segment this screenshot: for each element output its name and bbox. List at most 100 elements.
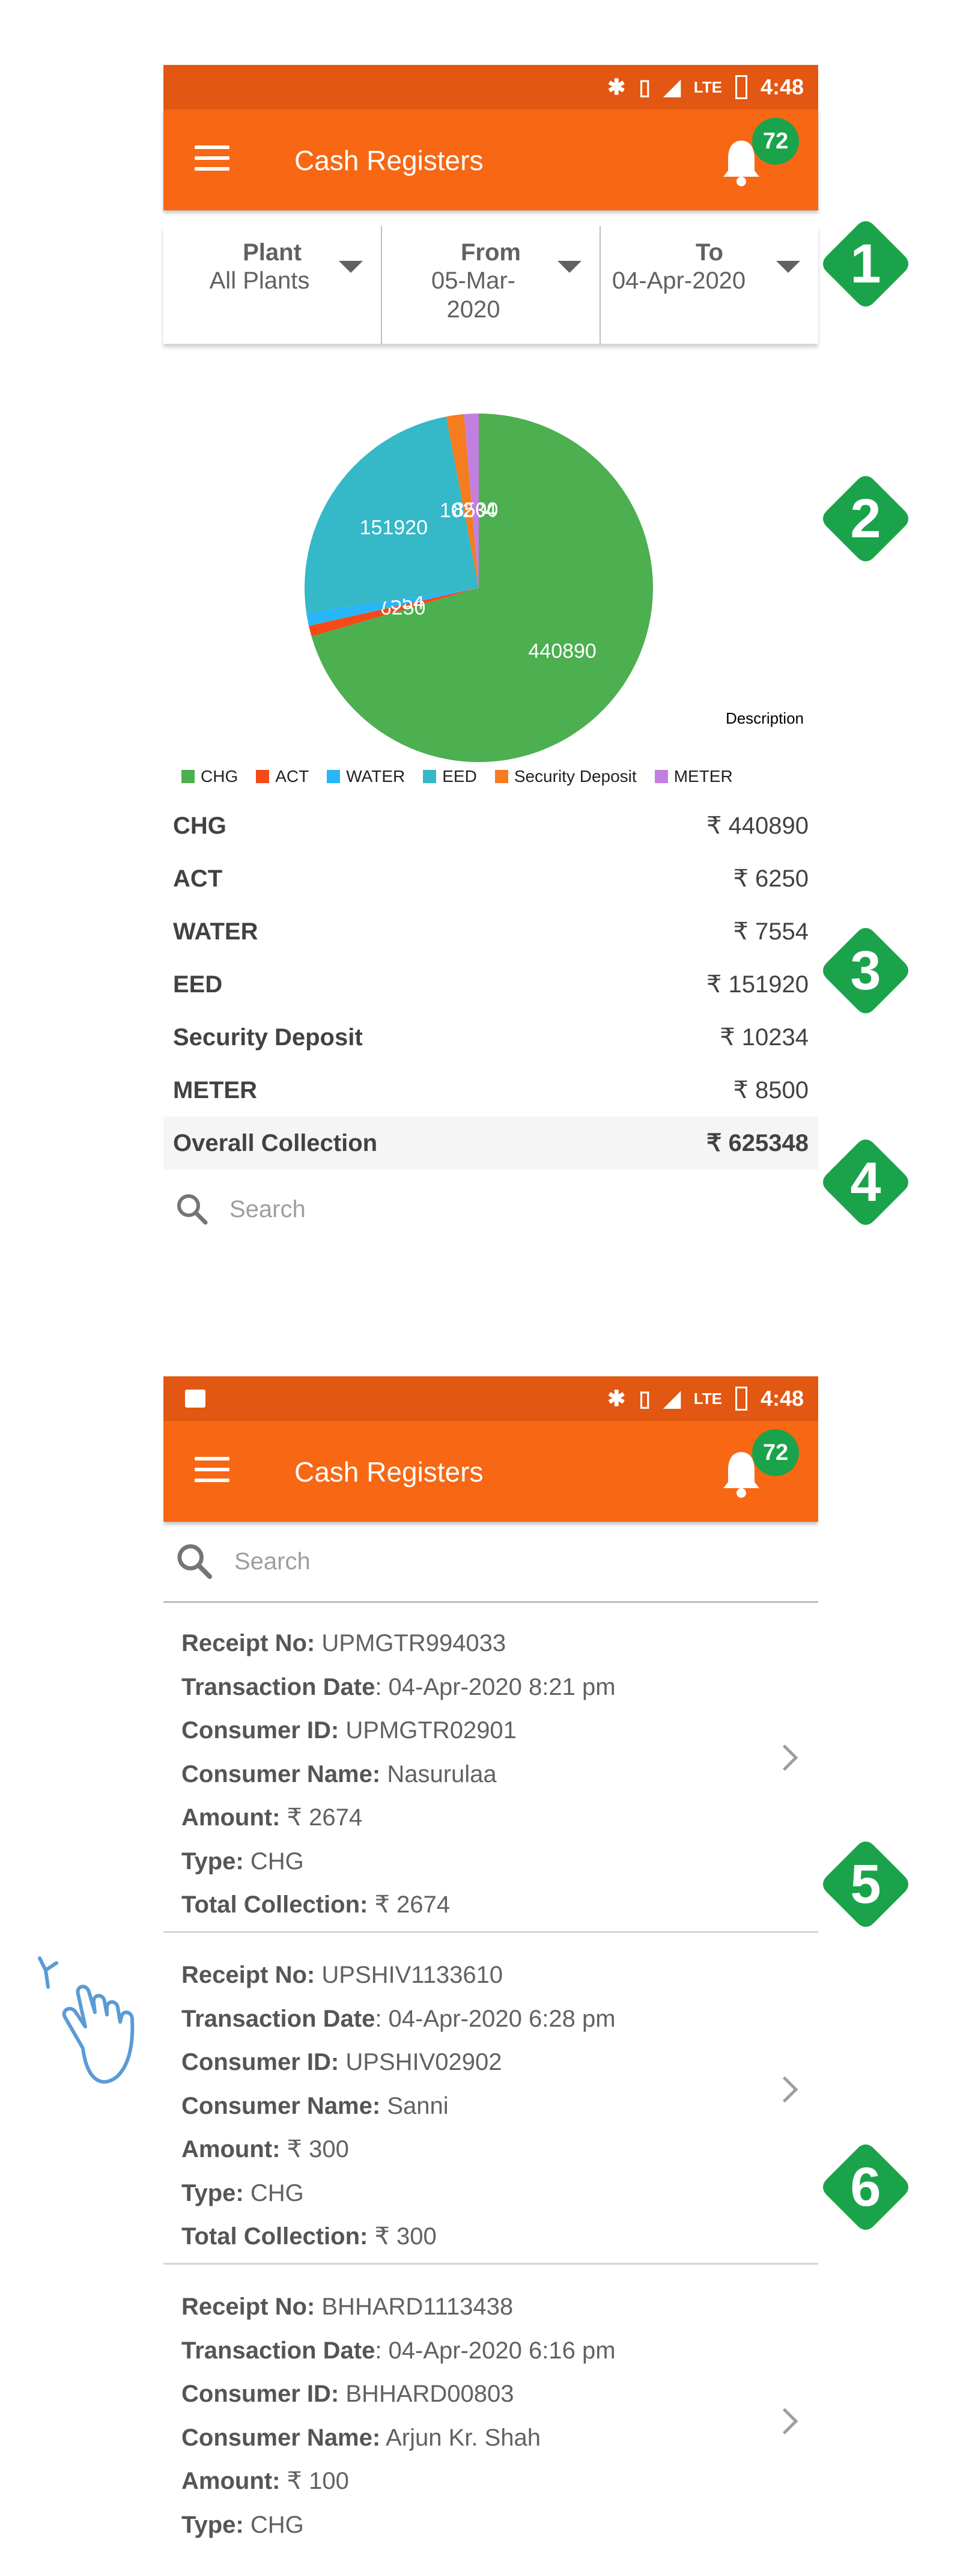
receipt-consumer-name-line: Consumer Name: Nasurulaa: [181, 1753, 818, 1796]
summary-row-amount: ₹ 6250: [733, 865, 809, 892]
step-marker: 1: [821, 219, 911, 309]
filter-to-date[interactable]: To 04-Apr-2020: [600, 226, 818, 344]
search-bar[interactable]: Search: [163, 1170, 818, 1249]
status-bar: ✱ ▯ ◢ LTE 4:48: [163, 1376, 818, 1421]
search-icon: [177, 1194, 208, 1225]
total-amount: ₹ 625348: [706, 1130, 809, 1156]
search-input[interactable]: Search: [234, 1548, 311, 1575]
summary-row: CHG ₹ 440890: [163, 799, 818, 852]
summary-row: EED ₹ 151920: [163, 958, 818, 1011]
receipt-field-label: Amount:: [181, 2468, 281, 2494]
summary-row: METER ₹ 8500: [163, 1064, 818, 1117]
filter-from-date[interactable]: From 05-Mar-2020: [381, 226, 600, 344]
legend-swatch: [256, 770, 270, 783]
network-type: LTE: [693, 1389, 722, 1408]
receipt-field-label: Receipt No:: [181, 2294, 315, 2320]
signal-icon: ◢: [664, 1386, 681, 1411]
dropdown-caret-icon: [557, 261, 582, 273]
step-marker-number: 6: [850, 2156, 881, 2218]
step-marker: 5: [821, 1839, 911, 1929]
step-marker-number: 1: [850, 233, 881, 295]
app-bar: Cash Registers 72: [163, 1421, 818, 1522]
receipt-card[interactable]: Receipt No: BHHARD1113438 Transaction Dat…: [163, 2265, 818, 2548]
summary-row: ACT ₹ 6250: [163, 852, 818, 905]
receipt-receipt-no-line: Receipt No: BHHARD1113438: [181, 2285, 818, 2329]
receipt-field-label: Consumer ID:: [181, 2381, 339, 2407]
search-icon: [177, 1544, 213, 1579]
receipt-field-value: ₹ 2674: [287, 1804, 363, 1831]
receipt-consumer-id-line: Consumer ID: UPSHIV02902: [181, 2040, 818, 2084]
receipt-field-value: CHG: [250, 1848, 304, 1875]
summary-row-amount: ₹ 151920: [706, 971, 809, 998]
receipt-field-label: Type:: [181, 2179, 244, 2206]
receipt-field-label: Receipt No:: [181, 1962, 315, 1988]
search-bar[interactable]: Search: [163, 1522, 818, 1603]
pie-data-label: 8500: [453, 499, 499, 522]
receipt-total-line: Total Collection: ₹ 2674: [181, 1883, 818, 1927]
legend-swatch: [654, 770, 668, 783]
legend-item: ACT: [256, 767, 309, 786]
status-time: 4:48: [760, 1386, 804, 1411]
receipt-field-value: ₹ 2674: [374, 1891, 451, 1918]
receipt-field-label: Total Collection:: [181, 1891, 368, 1918]
signal-icon: ◢: [664, 75, 681, 99]
receipt-field-label: Transaction Date: [181, 2337, 375, 2364]
receipt-list: Receipt No: UPMGTR994033 Transaction Date…: [163, 1601, 818, 2548]
receipt-field-value: BHHARD1113438: [321, 2294, 514, 2320]
filter-plant[interactable]: Plant All Plants: [163, 226, 381, 344]
receipt-field-label: Type:: [181, 1848, 244, 1875]
summary-row-label: METER: [173, 1076, 257, 1103]
summary-row: WATER ₹ 7554: [163, 905, 818, 958]
receipt-field-label: Type:: [181, 2511, 244, 2538]
receipt-field-label: Receipt No:: [181, 1630, 315, 1656]
vibrate-icon: ▯: [639, 75, 651, 99]
menu-icon[interactable]: [195, 145, 229, 174]
receipt-field-value: BHHARD00803: [345, 2381, 514, 2407]
menu-icon[interactable]: [195, 1457, 229, 1486]
dropdown-caret-icon: [776, 261, 800, 273]
receipt-total-line: Total Collection:: [181, 2547, 818, 2548]
legend-swatch: [181, 770, 195, 783]
legend-label: EED: [442, 767, 477, 786]
receipt-field-label: Consumer ID:: [181, 2049, 339, 2075]
receipt-type-line: Type: CHG: [181, 1840, 818, 1884]
summary-row-label: WATER: [173, 918, 258, 945]
search-input[interactable]: Search: [229, 1196, 306, 1223]
battery-icon: [735, 75, 747, 99]
filter-value: 05-Mar-2020: [431, 267, 516, 323]
receipt-consumer-name-line: Consumer Name: Arjun Kr. Shah: [181, 2416, 818, 2460]
summary-row-amount: ₹ 7554: [733, 918, 809, 945]
receipt-receipt-no-line: Receipt No: UPSHIV1133610: [181, 1953, 818, 1997]
status-time: 4:48: [760, 75, 804, 99]
legend-label: ACT: [275, 767, 309, 786]
receipt-field-value: Sanni: [387, 2092, 449, 2119]
receipt-field-value: UPMGTR02901: [345, 1717, 517, 1744]
summary-row-amount: ₹ 8500: [733, 1077, 809, 1103]
filter-value: All Plants: [209, 267, 310, 294]
step-marker-number: 5: [850, 1853, 881, 1915]
image-icon: [185, 1390, 205, 1408]
legend-item: CHG: [181, 767, 238, 786]
vibrate-icon: ▯: [639, 1386, 651, 1411]
legend-label: METER: [673, 767, 733, 786]
page-title: Cash Registers: [294, 145, 484, 176]
receipt-card[interactable]: Receipt No: UPMGTR994033 Transaction Date…: [163, 1601, 818, 1933]
legend-label: WATER: [346, 767, 405, 786]
summary-row: Security Deposit ₹ 10234: [163, 1011, 818, 1064]
page-title: Cash Registers: [294, 1456, 484, 1488]
legend-label: Security Deposit: [514, 767, 637, 786]
screen-summary: ✱ ▯ ◢ LTE 4:48 Cash Registers 72 Plant A…: [163, 65, 818, 1225]
chart-legend: CHG ACT WATER EED Security Deposit METER: [181, 767, 733, 786]
receipt-card[interactable]: Receipt No: UPSHIV1133610 Transaction Dat…: [163, 1933, 818, 2265]
summary-row-label: Security Deposit: [173, 1024, 363, 1051]
total-label: Overall Collection: [173, 1129, 378, 1156]
legend-item: WATER: [327, 767, 405, 786]
receipt-field-value: CHG: [250, 2179, 304, 2206]
receipt-field-label: Consumer ID:: [181, 1717, 339, 1744]
receipt-field-value: : 04-Apr-2020 8:21 pm: [375, 1673, 616, 1700]
notification-badge: 72: [752, 1429, 799, 1476]
legend-item: METER: [654, 767, 733, 786]
summary-row-amount: ₹ 10234: [720, 1024, 809, 1051]
receipt-field-label: Total Collection:: [181, 2223, 368, 2250]
receipt-amount-line: Amount: ₹ 100: [181, 2459, 818, 2503]
